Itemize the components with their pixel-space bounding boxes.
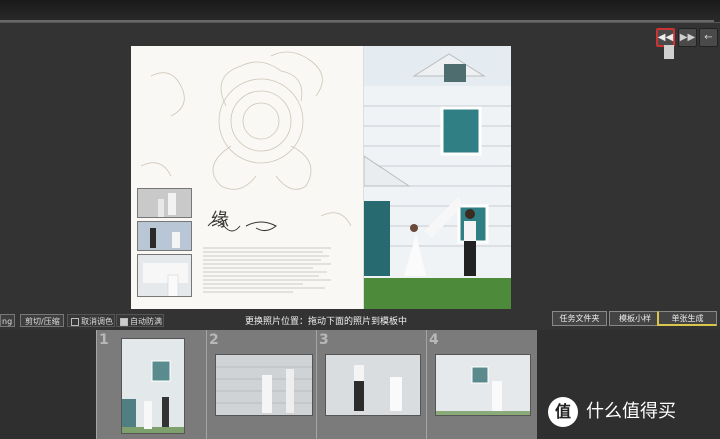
tooltip-indicator: [664, 45, 674, 59]
filmstrip-slot[interactable]: 3: [316, 330, 426, 439]
back-button[interactable]: ←: [699, 28, 718, 47]
album-spread-preview[interactable]: 缘: [131, 46, 511, 309]
filmstrip-slot[interactable]: 4: [426, 330, 537, 439]
single-generate-button[interactable]: 单张生成: [657, 311, 717, 326]
checkbox-icon: [71, 317, 79, 326]
album-photo-slot[interactable]: [137, 254, 192, 297]
album-right-page[interactable]: [364, 46, 511, 309]
filmstrip-slot[interactable]: 2: [206, 330, 316, 439]
filmstrip-photo[interactable]: [215, 354, 313, 416]
house-thumb: [436, 355, 530, 415]
fast-forward-icon: ▶▶: [679, 32, 696, 43]
caption-lines: [203, 247, 331, 293]
couple-wall-thumb: [216, 355, 312, 415]
slot-number: 3: [319, 332, 329, 348]
checked-box-icon: [120, 317, 128, 326]
album-photo-slot[interactable]: [137, 188, 192, 218]
slot-number: 1: [99, 332, 109, 348]
task-folder-button[interactable]: 任务文件夹: [552, 311, 607, 326]
slot-number: 4: [429, 332, 439, 348]
couple-photo-3: [138, 255, 191, 296]
filmstrip-photo[interactable]: [325, 354, 421, 416]
auto-fill-checkbox[interactable]: 自动防满: [116, 314, 164, 327]
couple-house-photo: [364, 46, 511, 309]
top-menu-bar: [0, 0, 720, 23]
couple-suit-thumb: [326, 355, 420, 415]
cancel-tone-checkbox[interactable]: 取消调色: [67, 314, 115, 327]
slot-number: 2: [209, 332, 219, 348]
album-caption-block: [203, 246, 331, 299]
partial-dropdown[interactable]: ng: [0, 314, 15, 327]
filmstrip-photo[interactable]: [121, 338, 185, 434]
fast-forward-button[interactable]: ▶▶: [678, 28, 697, 47]
filmstrip-slot[interactable]: 1: [96, 330, 206, 439]
top-divider: [0, 20, 714, 22]
watermark-text: 什么值得买: [586, 401, 676, 422]
smzdm-logo-icon: 值: [548, 397, 578, 427]
back-arrow-icon: ←: [704, 32, 713, 43]
drag-hint-text: 更换照片位置：拖动下面的照片到模板中: [245, 317, 408, 327]
album-left-page[interactable]: 缘: [131, 46, 363, 309]
rewind-icon: ◀◀: [657, 32, 674, 43]
album-photo-slot[interactable]: [137, 221, 192, 251]
house-couple-thumb: [122, 339, 184, 433]
site-watermark: 值什么值得买: [548, 396, 676, 428]
script-flourish: [207, 220, 277, 232]
crop-compress-button[interactable]: 剪切/压缩: [20, 314, 64, 327]
couple-photo-2: [138, 222, 191, 250]
couple-photo-1: [138, 189, 191, 217]
template-sample-button[interactable]: 模板小样: [609, 311, 661, 326]
filmstrip-photo[interactable]: [435, 354, 531, 416]
